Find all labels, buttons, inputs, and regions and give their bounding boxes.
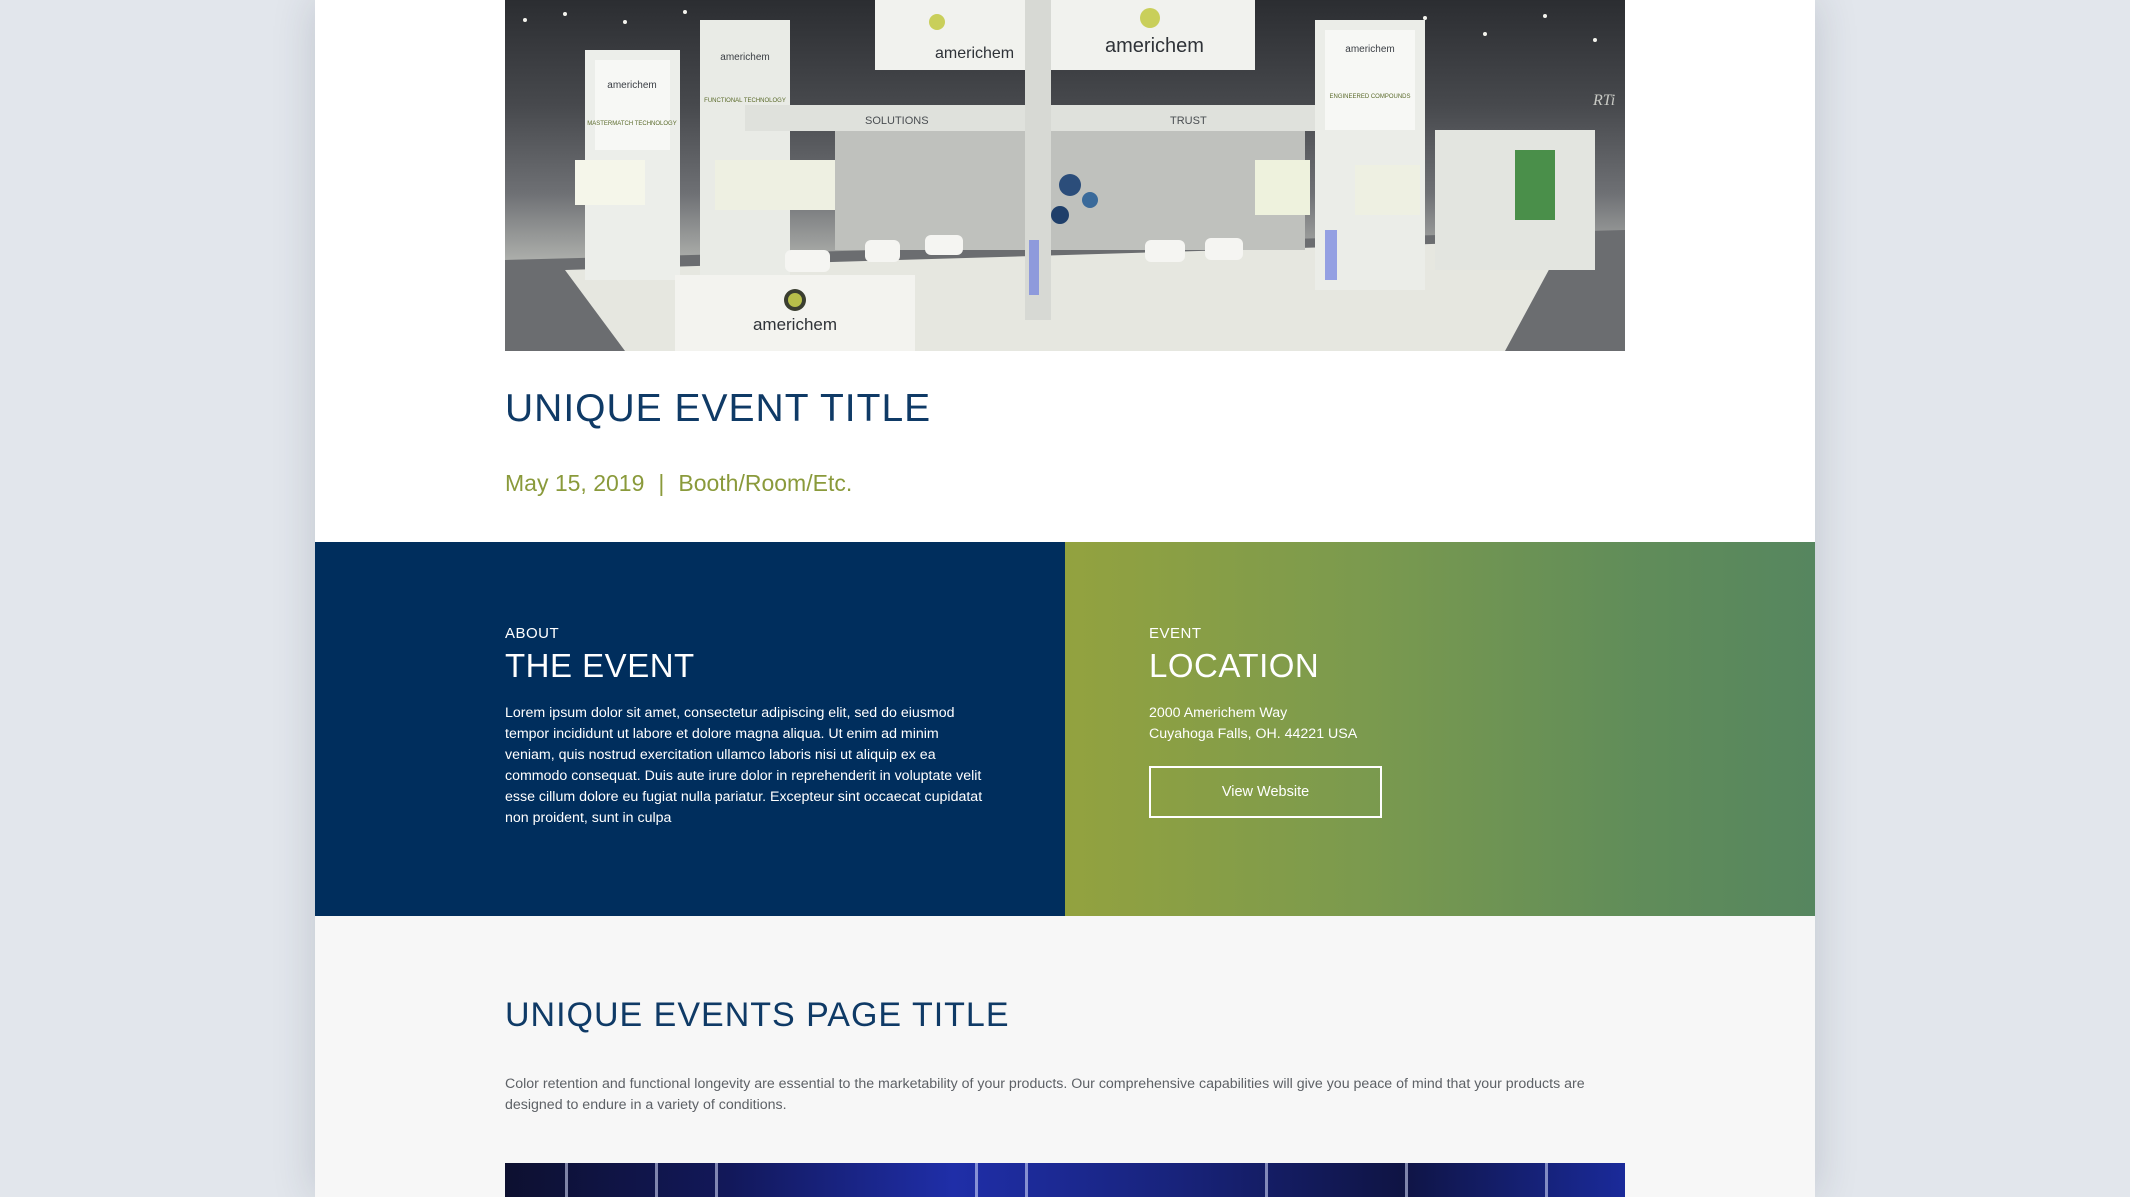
location-eyebrow: EVENT [1149, 625, 1202, 642]
meta-separator: | [658, 470, 665, 496]
sign-left-1: MASTERMATCH TECHNOLOGY [587, 121, 676, 127]
location-address: 2000 Americhem Way Cuyahoga Falls, OH. 4… [1149, 703, 1357, 745]
sign-center-right: TRUST [1170, 115, 1207, 127]
event-title: UNIQUE EVENT TITLE [505, 387, 932, 430]
sign-far-right: RTi [1592, 92, 1615, 109]
event-date: May 15, 2019 [505, 470, 645, 496]
sign-brand-1: americhem [607, 80, 656, 91]
view-website-button[interactable]: View Website [1149, 766, 1382, 818]
desk-brand: americhem [753, 315, 837, 334]
events-page-body: Color retention and functional longevity… [505, 1076, 1585, 1113]
booth-illustration: americhem MASTERMATCH TECHNOLOGY americh… [505, 0, 1625, 351]
sign-brand-center-left: americhem [935, 45, 1014, 62]
lower-section-image [505, 1163, 1625, 1197]
sign-left-2: FUNCTIONAL TECHNOLOGY [704, 98, 786, 104]
hero-booth-image: americhem MASTERMATCH TECHNOLOGY americh… [505, 0, 1625, 351]
about-eyebrow: ABOUT [505, 625, 560, 642]
location-section: EVENT LOCATION 2000 Americhem Way Cuyaho… [1065, 542, 1815, 916]
sign-center-left: SOLUTIONS [865, 115, 929, 127]
address-line-1: 2000 Americhem Way [1149, 705, 1288, 721]
events-page-title: UNIQUE EVENTS PAGE TITLE [505, 996, 1010, 1034]
sign-brand-center: americhem [1105, 35, 1204, 57]
about-heading: THE EVENT [505, 647, 695, 684]
sign-brand-2: americhem [720, 52, 769, 63]
sign-brand-3: americhem [1345, 44, 1394, 55]
about-body: Lorem ipsum dolor sit amet, consectetur … [505, 705, 983, 826]
event-location-detail: Booth/Room/Etc. [678, 470, 853, 496]
address-line-2: Cuyahoga Falls, OH. 44221 USA [1149, 726, 1358, 742]
location-heading: LOCATION [1149, 647, 1320, 684]
event-page: americhem MASTERMATCH TECHNOLOGY americh… [315, 0, 1815, 1197]
event-meta: May 15, 2019 | Booth/Room/Etc. [505, 470, 852, 497]
sign-right: ENGINEERED COMPOUNDS [1329, 94, 1410, 100]
about-section: ABOUT THE EVENT Lorem ipsum dolor sit am… [315, 542, 1065, 916]
events-page-section: UNIQUE EVENTS PAGE TITLE Color retention… [315, 916, 1815, 1197]
